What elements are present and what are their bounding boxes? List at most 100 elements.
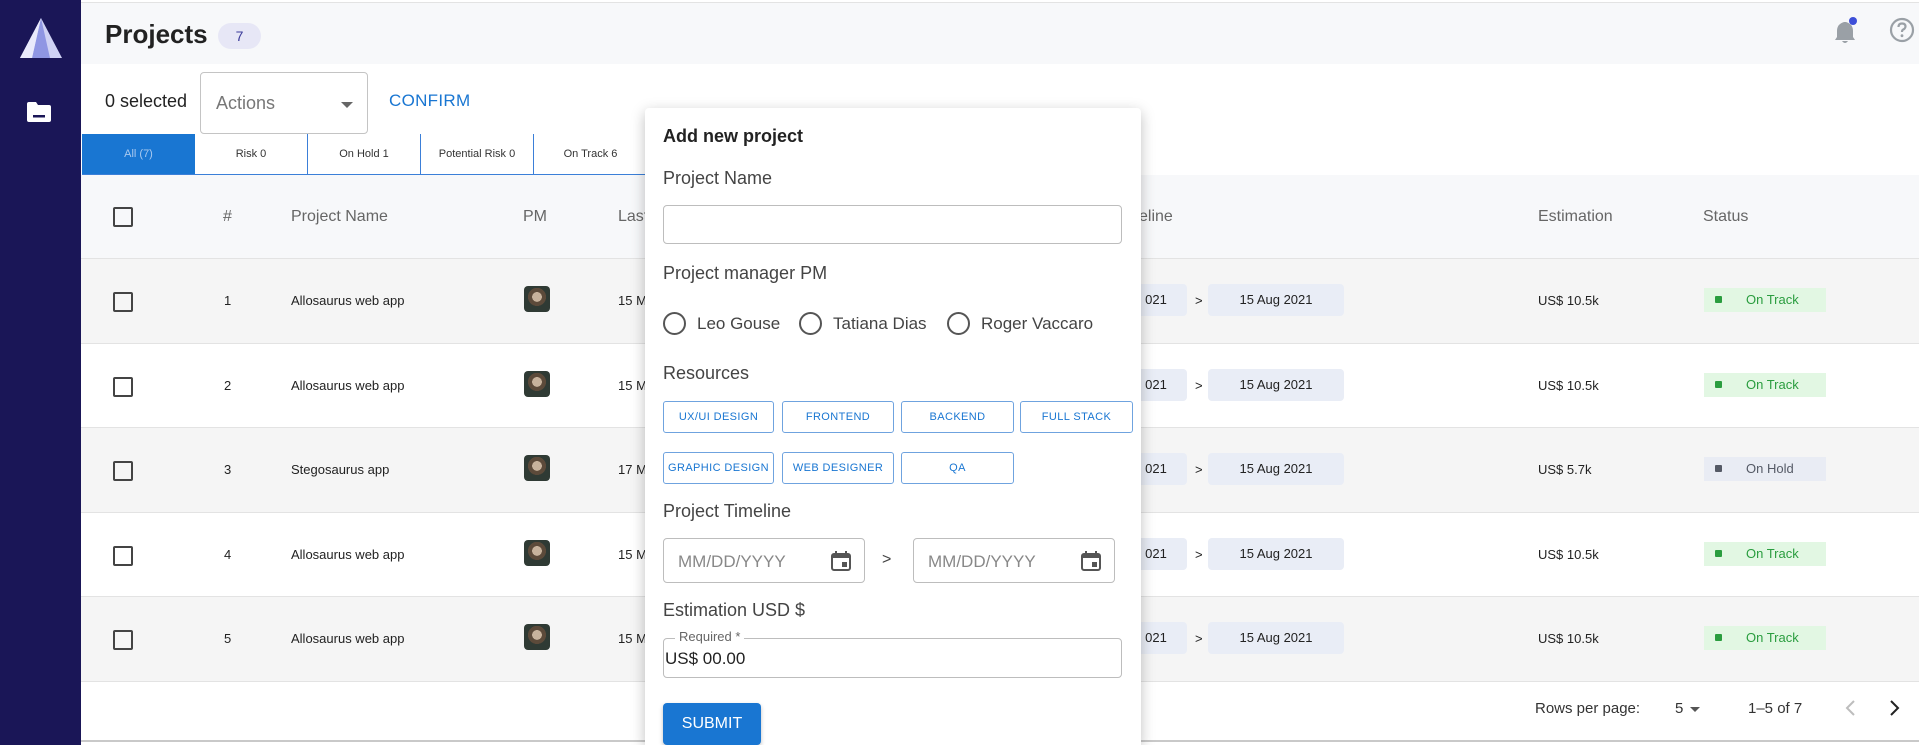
row-number: 2 bbox=[224, 377, 232, 393]
pm-avatar bbox=[524, 624, 550, 650]
status-badge: On Track bbox=[1704, 288, 1826, 312]
header-last[interactable]: Last bbox=[618, 208, 648, 226]
filter-tabs: All (7) Risk 0 On Hold 1 Potential Risk … bbox=[82, 134, 647, 176]
status-dot bbox=[1715, 549, 1722, 557]
pm-avatar bbox=[524, 455, 550, 481]
resources-label: Resources bbox=[663, 363, 750, 383]
estimation-value[interactable]: US$ 00.00 bbox=[665, 649, 745, 669]
header-estimation[interactable]: Estimation bbox=[1538, 208, 1613, 226]
header-pm[interactable]: PM bbox=[523, 208, 547, 226]
status-dot bbox=[1715, 380, 1722, 388]
date-separator: > bbox=[1195, 631, 1203, 646]
row-checkbox[interactable] bbox=[113, 461, 133, 481]
tab-all[interactable]: All (7) bbox=[82, 134, 195, 176]
tab-risk[interactable]: Risk 0 bbox=[195, 134, 308, 176]
status-dot bbox=[1715, 634, 1722, 641]
row-last-update: 15 M bbox=[618, 631, 647, 646]
radio-circle[interactable] bbox=[947, 312, 970, 335]
row-checkbox[interactable] bbox=[113, 545, 133, 566]
radio-circle[interactable] bbox=[663, 312, 686, 335]
dialog-title: Add new project bbox=[663, 126, 804, 146]
end-date-chip: 15 Aug 2021 bbox=[1208, 284, 1344, 316]
resource-graphic-design[interactable]: GRAPHIC DESIGN bbox=[663, 452, 774, 484]
date-placeholder: MM/DD/YYYY bbox=[928, 552, 1036, 571]
calendar-icon[interactable] bbox=[1080, 550, 1102, 572]
resource-full-stack[interactable]: FULL STACK bbox=[1020, 401, 1133, 433]
project-name-label: Project Name bbox=[663, 168, 773, 188]
bell-icon[interactable] bbox=[1833, 17, 1859, 45]
rows-per-page-select[interactable]: 5 bbox=[1675, 700, 1683, 717]
resource-backend[interactable]: BACKEND bbox=[901, 401, 1014, 433]
row-project-name: Allosaurus web app bbox=[291, 631, 405, 646]
folder-icon[interactable] bbox=[26, 101, 52, 123]
row-last-update: 15 M bbox=[618, 293, 647, 308]
resource-frontend[interactable]: FRONTEND bbox=[782, 401, 894, 433]
project-name-input[interactable] bbox=[663, 205, 1122, 244]
add-project-dialog: Add new project Project Name Project man… bbox=[645, 108, 1141, 745]
row-checkbox[interactable] bbox=[113, 376, 133, 397]
confirm-button[interactable]: CONFIRM bbox=[389, 91, 470, 111]
estimation-label: Estimation USD $ bbox=[663, 600, 806, 620]
status-badge: On Track bbox=[1704, 372, 1826, 397]
end-date-chip: 15 Aug 2021 bbox=[1208, 537, 1344, 570]
tab-on-hold[interactable]: On Hold 1 bbox=[308, 134, 421, 176]
pm-option-label: Leo Gouse bbox=[697, 314, 781, 333]
help-icon[interactable] bbox=[1889, 17, 1915, 43]
row-number: 5 bbox=[224, 631, 232, 646]
status-label: On Track bbox=[1746, 292, 1799, 307]
sidebar bbox=[0, 0, 81, 745]
row-last-update: 17 M bbox=[618, 462, 647, 477]
submit-button[interactable]: SUBMIT bbox=[663, 703, 761, 745]
end-date-chip: 15 Aug 2021 bbox=[1208, 453, 1344, 485]
status-badge: On Track bbox=[1704, 541, 1826, 566]
date-separator: > bbox=[1195, 546, 1203, 562]
resource-web-designer[interactable]: WEB DESIGNER bbox=[782, 452, 894, 484]
header-status[interactable]: Status bbox=[1703, 208, 1748, 226]
header-timeline[interactable]: eline bbox=[1139, 208, 1173, 226]
row-project-name: Stegosaurus app bbox=[291, 462, 390, 477]
actions-dropdown[interactable]: Actions bbox=[200, 72, 368, 134]
row-checkbox[interactable] bbox=[113, 292, 133, 312]
tab-potential-risk[interactable]: Potential Risk 0 bbox=[421, 134, 534, 176]
status-dot bbox=[1715, 296, 1722, 303]
date-separator: > bbox=[1195, 462, 1203, 477]
row-checkbox[interactable] bbox=[113, 630, 133, 650]
chevron-left-icon[interactable] bbox=[1843, 698, 1859, 718]
date-separator: > bbox=[1195, 293, 1203, 308]
end-date-chip: 15 Aug 2021 bbox=[1208, 368, 1344, 401]
pm-avatar bbox=[524, 286, 550, 312]
pm-label: Project manager PM bbox=[663, 263, 828, 283]
radio-circle[interactable] bbox=[799, 312, 822, 335]
header-project-name[interactable]: Project Name bbox=[291, 208, 388, 226]
project-count-badge: 7 bbox=[218, 23, 261, 49]
resource-qa[interactable]: QA bbox=[901, 452, 1014, 484]
status-label: On Track bbox=[1746, 630, 1799, 645]
chevron-right-icon[interactable] bbox=[1886, 698, 1902, 718]
chevron-down-icon[interactable] bbox=[1690, 707, 1700, 712]
select-all-checkbox[interactable] bbox=[113, 207, 133, 227]
timeline-label: Project Timeline bbox=[663, 501, 792, 521]
row-estimation: US$ 10.5k bbox=[1538, 377, 1599, 393]
end-date-chip: 15 Aug 2021 bbox=[1208, 622, 1344, 654]
start-date-input[interactable]: MM/DD/YYYY bbox=[663, 538, 865, 583]
logo-icon[interactable] bbox=[18, 18, 64, 62]
status-dot bbox=[1715, 465, 1722, 472]
row-estimation: US$ 10.5k bbox=[1538, 293, 1599, 308]
date-separator: > bbox=[1195, 377, 1203, 393]
row-number: 4 bbox=[224, 546, 232, 562]
calendar-icon[interactable] bbox=[830, 550, 852, 572]
page-title: Projects bbox=[105, 19, 208, 49]
resource-ux-ui-design[interactable]: UX/UI DESIGN bbox=[663, 401, 774, 433]
end-date-input[interactable]: MM/DD/YYYY bbox=[913, 538, 1115, 583]
row-estimation: US$ 10.5k bbox=[1538, 631, 1599, 646]
row-number: 1 bbox=[224, 293, 232, 308]
status-label: On Hold bbox=[1746, 461, 1794, 476]
estimation-required-legend: Required * bbox=[675, 629, 745, 644]
top-header: Projects 7 bbox=[81, 2, 1919, 64]
page-range: 1–5 of 7 bbox=[1748, 700, 1803, 717]
rows-per-page-label: Rows per page: bbox=[1535, 700, 1641, 717]
tab-on-track[interactable]: On Track 6 bbox=[534, 134, 647, 176]
pm-avatar bbox=[524, 370, 550, 397]
pm-option-label: Roger Vaccaro bbox=[981, 314, 1094, 333]
chevron-down-icon bbox=[341, 102, 353, 108]
